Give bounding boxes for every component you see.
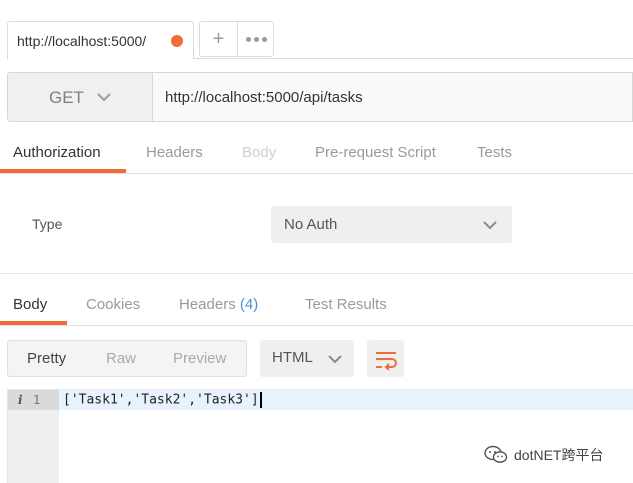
request-tab[interactable]: http://localhost:5000/ (7, 21, 194, 59)
tab-headers[interactable]: Headers (146, 144, 203, 161)
tab-cookies[interactable]: Cookies (86, 296, 140, 313)
tab-response-headers-label: Headers (179, 296, 236, 313)
method-select[interactable]: GET (8, 73, 153, 121)
plus-icon[interactable]: + (200, 22, 237, 56)
wechat-icon (484, 445, 508, 463)
section-divider (0, 273, 633, 274)
code-content: ['Task1','Task2','Task3'] (63, 392, 259, 408)
headers-count-badge: (4) (239, 296, 259, 313)
tab-authorization[interactable]: Authorization (13, 144, 101, 161)
active-tab-indicator (0, 169, 126, 173)
line-number: 1 (33, 393, 41, 407)
tab-response-headers[interactable]: Headers (4) (179, 296, 258, 313)
tab-strip-border (194, 58, 633, 59)
view-preview-button[interactable]: Preview (173, 350, 226, 367)
code-line[interactable]: ['Task1','Task2','Task3'] (59, 390, 633, 410)
info-icon: i (18, 393, 23, 407)
watermark-text: dotNET跨平台 (514, 447, 604, 463)
chevron-down-icon (483, 221, 497, 230)
auth-type-value: No Auth (284, 216, 338, 233)
request-bar: GET (7, 72, 633, 122)
method-label: GET (49, 88, 84, 107)
tab-body[interactable]: Body (242, 144, 276, 161)
tab-tests[interactable]: Tests (477, 144, 512, 161)
auth-type-select[interactable]: No Auth (271, 206, 512, 243)
tab-strip: http://localhost:5000/ + (0, 0, 633, 59)
tab-test-results[interactable]: Test Results (305, 296, 387, 313)
wrap-lines-icon (375, 351, 397, 370)
response-body-editor[interactable]: i 1 ['Task1','Task2','Task3'] (7, 389, 633, 483)
view-raw-button[interactable]: Raw (106, 350, 136, 367)
code-text: ['Task1','Task2','Task3'] (63, 392, 262, 408)
request-tabs: Authorization Headers Body Pre-request S… (0, 133, 633, 174)
text-cursor (259, 392, 262, 408)
active-response-tab-indicator (0, 321, 67, 325)
watermark: dotNET跨平台 (484, 443, 603, 467)
response-tabs: Body Cookies Headers (4) Test Results (0, 285, 633, 326)
editor-gutter: i 1 (8, 390, 59, 483)
chevron-down-icon (97, 93, 111, 102)
format-value: HTML (272, 349, 313, 366)
tab-actions: + (199, 21, 274, 57)
auth-type-label: Type (32, 216, 63, 232)
unsaved-indicator-icon (171, 35, 183, 47)
tab-pre-request-script[interactable]: Pre-request Script (315, 144, 436, 161)
view-pretty-button[interactable]: Pretty (27, 350, 66, 367)
chevron-down-icon (328, 355, 342, 364)
request-tab-label: http://localhost:5000/ (17, 33, 147, 49)
wrap-lines-button[interactable] (367, 340, 404, 377)
format-select[interactable]: HTML (260, 340, 354, 377)
url-input[interactable] (154, 73, 632, 121)
view-mode-group: Pretty Raw Preview (7, 340, 247, 377)
tab-response-body[interactable]: Body (13, 296, 47, 313)
more-dots-icon[interactable] (238, 22, 274, 56)
